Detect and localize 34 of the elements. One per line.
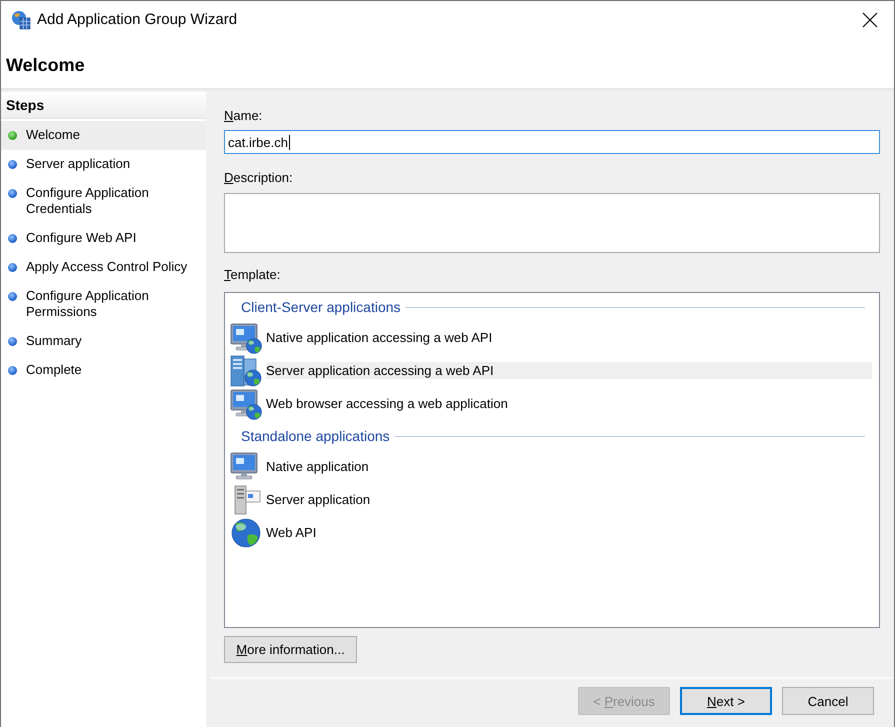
template-item[interactable]: Web API: [266, 524, 316, 541]
template-item[interactable]: Web browser accessing a web application: [266, 395, 508, 412]
monitor-globe-icon: [230, 322, 262, 354]
step-label: Summary: [26, 333, 82, 349]
description-field[interactable]: [224, 193, 880, 253]
step-label: Apply Access Control Policy: [26, 259, 188, 275]
step-label: Configure Application Credentials: [26, 185, 150, 217]
close-icon[interactable]: [862, 12, 878, 28]
step-label: Configure Application Permissions: [26, 288, 150, 320]
page-title: Welcome: [6, 54, 85, 76]
step-label: Configure Web API: [26, 230, 136, 246]
monitor-globe-icon: [230, 388, 262, 420]
globe-icon: [230, 516, 262, 548]
more-information-button[interactable]: More information...: [224, 636, 357, 663]
group-heading: Client-Server applications: [241, 299, 401, 315]
name-field[interactable]: cat.irbe.ch: [224, 130, 880, 154]
step-label: Welcome: [26, 127, 80, 143]
window-title: Add Application Group Wizard: [37, 11, 238, 28]
text-cursor-icon: [288, 134, 290, 150]
name-label: Name:: [224, 108, 262, 124]
template-item[interactable]: Server application accessing a web API: [266, 362, 872, 379]
step-label: Complete: [26, 362, 82, 378]
wizard-button[interactable]: Next >: [680, 687, 772, 715]
server-globe-icon: [230, 354, 262, 386]
step-label: Server application: [26, 156, 130, 172]
template-item[interactable]: Server application: [266, 491, 370, 508]
template-item[interactable]: Native application: [266, 458, 369, 475]
template-label: Template:: [224, 267, 280, 283]
template-list[interactable]: [224, 292, 880, 628]
globe-grid-icon: [11, 10, 31, 30]
description-label: Description:: [224, 170, 293, 186]
wizard-button[interactable]: Cancel: [782, 687, 874, 715]
template-item[interactable]: Native application accessing a web API: [266, 329, 492, 346]
group-heading: Standalone applications: [241, 428, 390, 444]
